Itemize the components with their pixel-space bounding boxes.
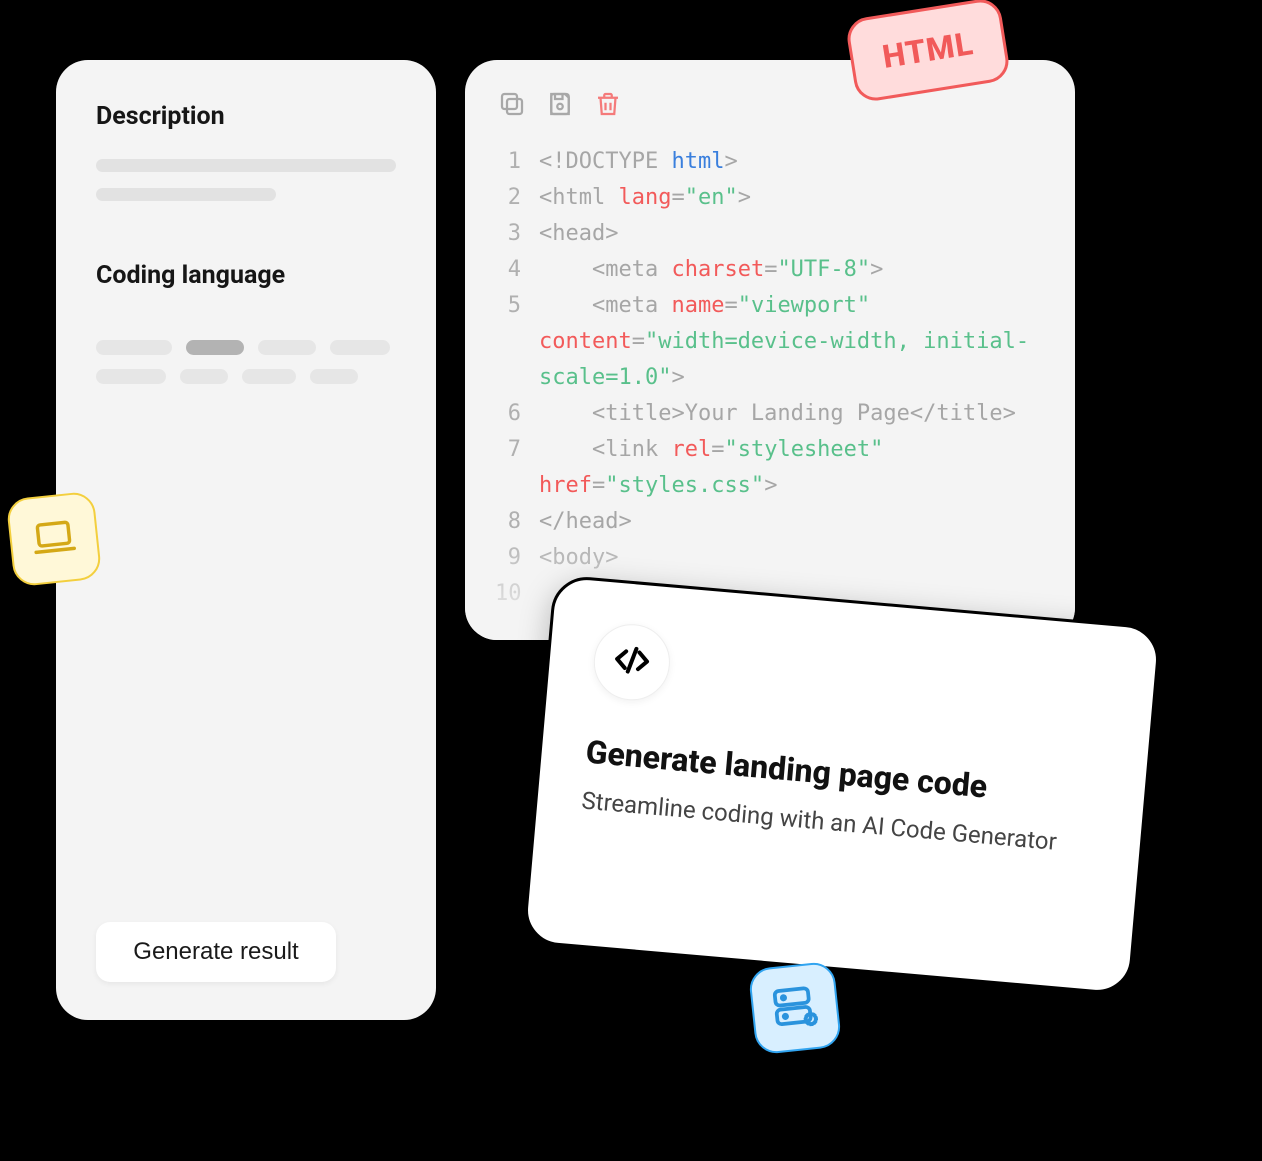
line-number: 5	[495, 288, 539, 396]
description-label: Description	[96, 102, 396, 131]
code-line: 2<html lang="en">	[495, 180, 1045, 216]
laptop-badge	[6, 491, 103, 588]
language-chip[interactable]	[330, 340, 390, 355]
save-icon	[545, 89, 575, 122]
copy-button[interactable]	[495, 88, 529, 122]
language-chip[interactable]	[242, 369, 296, 384]
promo-card[interactable]: Generate landing page code Streamline co…	[522, 574, 1162, 996]
code-text: <head>	[539, 216, 1045, 252]
code-line: 7 <link rel="stylesheet" href="styles.cs…	[495, 432, 1045, 504]
code-line: 4 <meta charset="UTF-8">	[495, 252, 1045, 288]
language-chip-row	[96, 369, 396, 384]
line-number: 6	[495, 396, 539, 432]
code-text: <link rel="stylesheet" href="styles.css"…	[539, 432, 1045, 504]
line-number: 9	[495, 540, 539, 576]
code-output-panel: 1<!DOCTYPE html>2<html lang="en">3<head>…	[465, 60, 1075, 640]
description-placeholder-line	[96, 188, 276, 201]
laptop-icon	[29, 512, 80, 567]
language-chip[interactable]	[180, 369, 228, 384]
language-chip-selected[interactable]	[186, 340, 244, 355]
code-line: 8</head>	[495, 504, 1045, 540]
code-text: <meta name="viewport" content="width=dev…	[539, 288, 1045, 396]
line-number: 8	[495, 504, 539, 540]
code-icon-circle	[591, 621, 673, 703]
code-text: <meta charset="UTF-8">	[539, 252, 1045, 288]
line-number: 3	[495, 216, 539, 252]
language-chip[interactable]	[96, 340, 172, 355]
trash-icon	[593, 89, 623, 122]
line-number: 7	[495, 432, 539, 504]
copy-icon	[497, 89, 527, 122]
line-number: 2	[495, 180, 539, 216]
language-chip[interactable]	[258, 340, 316, 355]
delete-button[interactable]	[591, 88, 625, 122]
line-number: 10	[495, 576, 539, 612]
code-text: </head>	[539, 504, 1045, 540]
code-line: 9<body>	[495, 540, 1045, 576]
language-chip[interactable]	[96, 369, 166, 384]
code-text: <!DOCTYPE html>	[539, 144, 1045, 180]
server-gear-icon	[767, 979, 822, 1038]
description-placeholder-line	[96, 159, 396, 172]
server-badge	[748, 961, 843, 1056]
code-line: 5 <meta name="viewport" content="width=d…	[495, 288, 1045, 396]
code-line: 6 <title>Your Landing Page</title>	[495, 396, 1045, 432]
generate-result-button[interactable]: Generate result	[96, 922, 336, 982]
line-number: 1	[495, 144, 539, 180]
coding-language-label: Coding language	[96, 261, 396, 290]
input-panel: Description Coding language Generate res…	[56, 60, 436, 1020]
language-chip-row	[96, 340, 396, 355]
language-chip[interactable]	[310, 369, 358, 384]
code-text: <title>Your Landing Page</title>	[539, 396, 1045, 432]
code-editor[interactable]: 1<!DOCTYPE html>2<html lang="en">3<head>…	[495, 144, 1045, 612]
code-toolbar	[495, 88, 1045, 122]
line-number: 4	[495, 252, 539, 288]
code-text: <body>	[539, 540, 1045, 576]
code-text: <html lang="en">	[539, 180, 1045, 216]
code-icon	[610, 639, 654, 686]
code-line: 1<!DOCTYPE html>	[495, 144, 1045, 180]
code-line: 3<head>	[495, 216, 1045, 252]
save-button[interactable]	[543, 88, 577, 122]
